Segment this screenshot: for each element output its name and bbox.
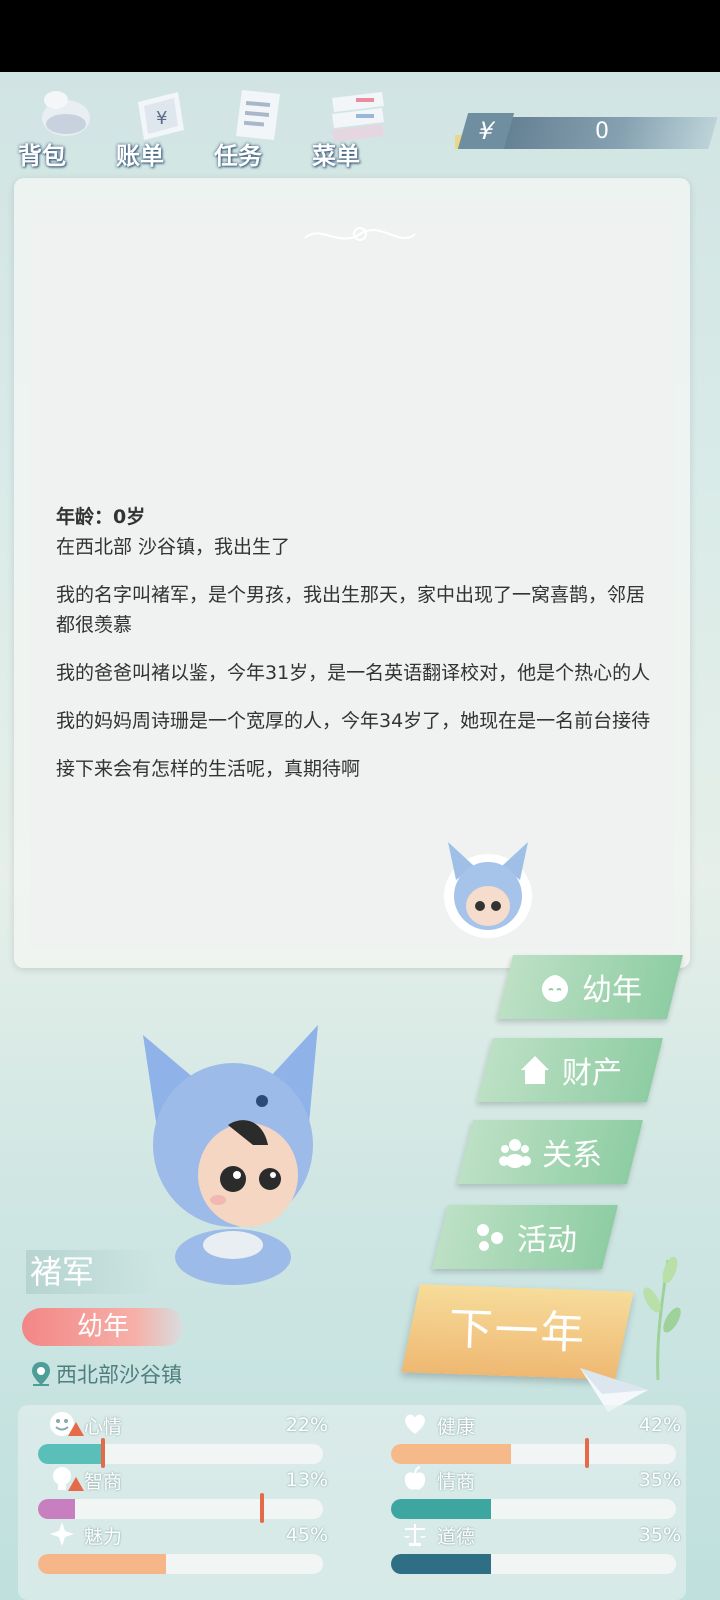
stat-health: 健康 42% xyxy=(391,1410,681,1468)
stat-eq: 情商 35% xyxy=(391,1465,681,1519)
stat-percent: 35% xyxy=(638,1469,681,1491)
stat-morality: 道德 35% xyxy=(391,1520,681,1574)
story-paragraph: 接下来会有怎样的生活呢，真期待啊 xyxy=(56,758,361,780)
story-paragraph: 我的名字叫褚军，是个男孩，我出生那天，家中出现了一窝喜鹊，邻居都很羡慕 xyxy=(56,584,646,636)
menu-main[interactable]: 菜单 xyxy=(312,80,402,175)
character-face-sticker xyxy=(444,842,532,938)
stat-bar-fill xyxy=(391,1444,511,1464)
stat-bar xyxy=(38,1499,323,1519)
top-menu: 背包 ¥ 账单 任务 菜单 xyxy=(18,80,418,175)
stats-panel: 心情 22% 健康 42% 智商 13% 情商 35% 魅力 45% 道德 35… xyxy=(18,1405,686,1600)
sparkle-icon xyxy=(50,1522,74,1546)
stat-bar xyxy=(391,1499,676,1519)
status-bar xyxy=(0,0,720,72)
stat-bar-fill xyxy=(38,1499,76,1519)
menu-label: 菜单 xyxy=(312,142,360,170)
activity-button[interactable]: 活动 xyxy=(432,1205,618,1269)
story-paragraph: 在西北部 沙谷镇，我出生了 xyxy=(56,536,291,558)
stat-label: 心情 xyxy=(84,1416,123,1438)
people-icon xyxy=(499,1139,531,1168)
location-text: 西北部沙谷镇 xyxy=(56,1363,182,1387)
stat-label: 情商 xyxy=(437,1471,476,1493)
stat-bar xyxy=(391,1554,676,1574)
money-value: 0 xyxy=(595,119,609,144)
stat-mood: 心情 22% xyxy=(38,1410,328,1468)
stage-button-label: 幼年 xyxy=(582,973,642,1008)
stat-percent: 45% xyxy=(285,1524,328,1546)
svg-text:¥: ¥ xyxy=(156,108,167,129)
age-line: 年龄：0岁 xyxy=(56,506,146,528)
stat-bar-fill xyxy=(38,1444,101,1464)
menu-bill[interactable]: ¥ 账单 xyxy=(116,80,206,175)
story-panel-inner: 年龄：0岁 在西北部 沙谷镇，我出生了 我的名字叫褚军，是个男孩，我出生那天，家… xyxy=(30,200,674,950)
warning-icon xyxy=(68,1477,84,1491)
story-text: 年龄：0岁 在西北部 沙谷镇，我出生了 我的名字叫褚军，是个男孩，我出生那天，家… xyxy=(56,502,656,802)
location-pin-icon xyxy=(32,1362,50,1386)
ornament-icon xyxy=(304,227,416,241)
stat-label: 道德 xyxy=(437,1526,476,1548)
stat-marker xyxy=(100,1438,105,1468)
stage-button[interactable]: 幼年 xyxy=(497,955,683,1019)
story-paragraph: 我的妈妈周诗珊是一个宽厚的人，今年34岁了，她现在是一名前台接待 xyxy=(56,710,651,732)
stat-charm: 魅力 45% xyxy=(38,1520,328,1574)
stat-iq: 智商 13% xyxy=(38,1465,328,1523)
assets-button-label: 财产 xyxy=(562,1056,622,1091)
money-display: ¥ 0 xyxy=(455,113,718,151)
activity-button-label: 活动 xyxy=(517,1223,577,1258)
backpack-icon xyxy=(42,91,90,136)
stat-bar-fill xyxy=(391,1499,491,1519)
stat-marker xyxy=(260,1493,265,1523)
stat-bar xyxy=(391,1444,676,1464)
heart-icon xyxy=(405,1414,425,1434)
menu-label: 账单 xyxy=(116,142,164,170)
stat-percent: 13% xyxy=(285,1469,328,1491)
activity-icon xyxy=(477,1224,503,1251)
task-icon xyxy=(236,90,280,140)
stat-bar-fill xyxy=(38,1554,167,1574)
menu-label: 任务 xyxy=(214,142,262,170)
relations-button[interactable]: 关系 xyxy=(457,1120,643,1184)
stat-bar xyxy=(38,1554,323,1574)
life-stage-badge: 幼年 xyxy=(22,1308,184,1346)
bill-icon: ¥ xyxy=(138,92,184,140)
location: 西北部沙谷镇 xyxy=(30,1358,182,1390)
character-name: 褚军 xyxy=(26,1250,160,1294)
house-icon xyxy=(521,1056,549,1084)
apple-icon xyxy=(404,1466,426,1490)
stat-percent: 35% xyxy=(638,1524,681,1546)
stat-marker xyxy=(584,1438,589,1468)
stat-bar-fill xyxy=(391,1554,491,1574)
stat-label: 健康 xyxy=(437,1416,476,1438)
warning-icon xyxy=(68,1422,84,1436)
stat-label: 智商 xyxy=(84,1471,123,1493)
stat-percent: 42% xyxy=(638,1414,681,1436)
character-avatar[interactable] xyxy=(138,995,328,1295)
stat-label: 魅力 xyxy=(84,1526,123,1548)
relations-button-label: 关系 xyxy=(542,1138,602,1173)
assets-button[interactable]: 财产 xyxy=(477,1038,663,1102)
stat-bar xyxy=(38,1444,323,1464)
scales-icon xyxy=(404,1524,426,1546)
story-paragraph: 我的爸爸叫褚以鉴，今年31岁，是一名英语翻译校对，他是个热心的人 xyxy=(56,662,651,684)
baby-face-icon xyxy=(542,975,568,1002)
menu-backpack[interactable]: 背包 xyxy=(18,80,108,175)
stat-percent: 22% xyxy=(285,1414,328,1436)
menu-task[interactable]: 任务 xyxy=(214,80,304,175)
menu-label: 背包 xyxy=(18,142,66,170)
story-panel: 年龄：0岁 在西北部 沙谷镇，我出生了 我的名字叫褚军，是个男孩，我出生那天，家… xyxy=(14,178,690,968)
menu-icon xyxy=(332,92,384,142)
